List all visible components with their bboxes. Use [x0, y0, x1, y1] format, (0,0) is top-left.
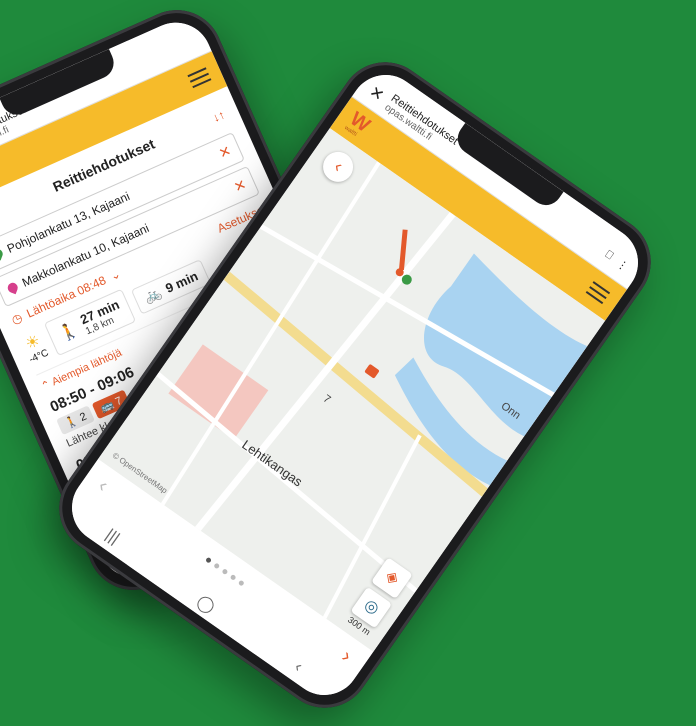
- weather: ☀ -4°C: [19, 329, 51, 366]
- swap-icon[interactable]: ↓↑: [210, 107, 227, 125]
- bike-icon: 🚲: [141, 283, 164, 305]
- back-icon[interactable]: ‹: [290, 658, 305, 677]
- destination-pin-icon: [6, 280, 19, 294]
- origin-pin-icon: [0, 247, 4, 261]
- walk-icon: 🚶: [56, 320, 82, 345]
- chevron-down-icon: ⌄: [107, 266, 123, 284]
- previous-chevron-icon[interactable]: ‹: [93, 475, 112, 498]
- menu-icon[interactable]: [585, 281, 611, 305]
- carousel-dots: [204, 556, 245, 587]
- clock-icon: ◷: [9, 310, 25, 328]
- clear-origin-icon[interactable]: ✕: [216, 142, 234, 162]
- recent-apps-icon[interactable]: |||: [101, 526, 122, 550]
- bookmark-icon[interactable]: ⎕: [602, 248, 615, 262]
- menu-icon[interactable]: [187, 67, 212, 89]
- more-icon[interactable]: ⋮: [614, 257, 630, 274]
- next-chevron-icon[interactable]: ›: [337, 645, 356, 668]
- waltti-logo[interactable]: W waltti: [343, 108, 374, 141]
- close-tab-icon[interactable]: ✕: [366, 81, 388, 105]
- clear-destination-icon[interactable]: ✕: [231, 176, 249, 196]
- home-icon[interactable]: ◯: [193, 591, 219, 618]
